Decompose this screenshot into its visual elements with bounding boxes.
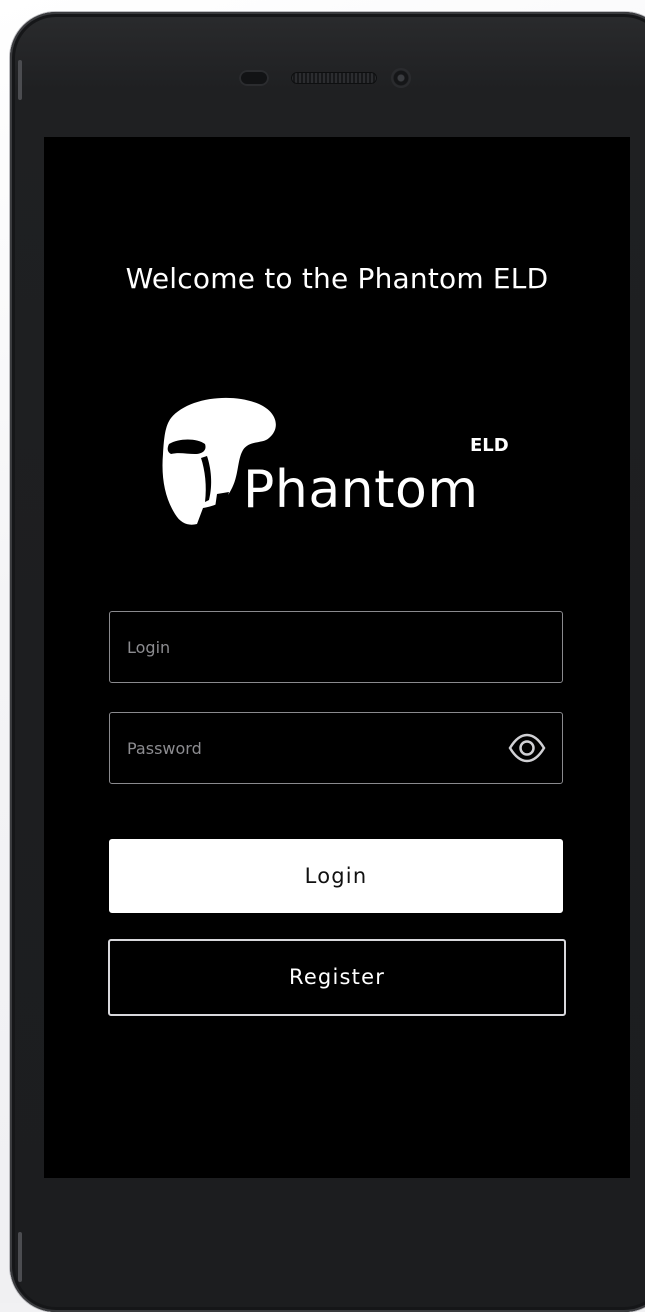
logo-suffix: ELD <box>470 435 509 456</box>
proximity-sensor <box>239 70 269 86</box>
logo-wordmark: Phantom <box>243 460 479 520</box>
login-input[interactable] <box>127 612 487 682</box>
welcome-heading: Welcome to the Phantom ELD <box>125 262 549 295</box>
login-button[interactable]: Login <box>109 839 563 913</box>
earpiece-speaker <box>291 72 377 84</box>
front-camera <box>391 68 411 88</box>
phone-side-button <box>18 1232 22 1282</box>
phantom-eld-logo: Phantom ELD <box>159 394 519 534</box>
app-screen: Welcome to the Phantom ELD Phantom ELD L… <box>44 137 630 1178</box>
register-button[interactable]: Register <box>108 939 566 1016</box>
password-input[interactable] <box>127 713 487 783</box>
password-field <box>109 712 563 784</box>
login-field <box>109 611 563 683</box>
phone-side-button <box>18 60 22 100</box>
eye-icon[interactable] <box>508 730 546 766</box>
